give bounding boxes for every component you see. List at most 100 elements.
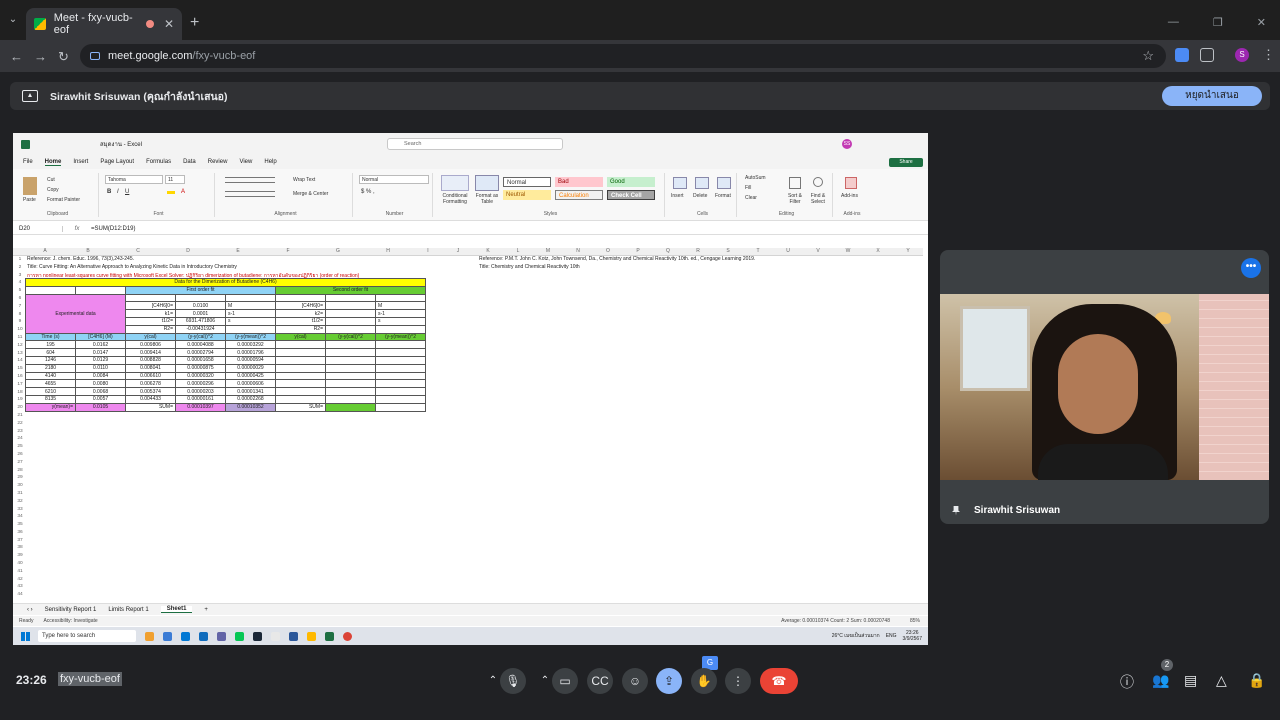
column-header[interactable]: B: [63, 248, 113, 254]
name-box[interactable]: D20: [13, 225, 63, 232]
underline-icon[interactable]: U: [125, 189, 129, 195]
spreadsheet-grid[interactable]: ABCDEFGHIJKLMNOPQRSTUVWXY 1 2 3 4 5 6 7 8 9 10 11 1…: [13, 248, 923, 603]
row-number[interactable]: 37: [13, 537, 27, 545]
menu-page-layout[interactable]: Page Layout: [100, 159, 134, 165]
column-header[interactable]: P: [623, 248, 653, 254]
style-calculation[interactable]: Calculation: [555, 190, 603, 200]
table-cell[interactable]: 0.00000296: [175, 379, 226, 389]
row-number[interactable]: 27: [13, 459, 27, 467]
table-cell[interactable]: 0.0162: [75, 340, 126, 350]
close-window-icon[interactable]: ✕: [1257, 16, 1266, 29]
table-cell[interactable]: [375, 394, 426, 404]
chat-icon[interactable]: ▤: [1184, 672, 1197, 689]
windows-start-icon[interactable]: [21, 631, 30, 641]
menu-home[interactable]: Home: [44, 159, 62, 166]
browser-tab[interactable]: Meet - fxy-vucb-eof ✕: [26, 8, 182, 40]
clock[interactable]: 23:26 3/9/2567: [903, 630, 922, 642]
minimize-icon[interactable]: —: [1168, 16, 1179, 29]
captions-button[interactable]: CC: [587, 668, 613, 694]
column-header[interactable]: I: [413, 248, 443, 254]
table-cell[interactable]: [375, 379, 426, 389]
file-explorer-icon[interactable]: [307, 631, 316, 641]
taskbar-app-icon[interactable]: [163, 631, 172, 641]
column-header[interactable]: J: [443, 248, 473, 254]
restore-icon[interactable]: ❐: [1213, 16, 1223, 29]
column-header[interactable]: T: [743, 248, 773, 254]
table-cell[interactable]: 0.008828: [125, 355, 176, 365]
format-as-table-icon[interactable]: [475, 175, 499, 191]
column-header[interactable]: K: [473, 248, 503, 254]
row-number[interactable]: 32: [13, 498, 27, 506]
table-cell[interactable]: [325, 340, 376, 350]
table-cell[interactable]: 0.0129: [75, 355, 126, 365]
style-bad[interactable]: Bad: [555, 177, 603, 187]
add-sheet-icon[interactable]: +: [204, 607, 208, 613]
participant-tile[interactable]: ••• Sirawhit Srisuwan: [940, 250, 1269, 524]
table-cell[interactable]: 0.00000320: [175, 371, 226, 381]
row-number[interactable]: 2: [13, 264, 27, 272]
taskbar-search-input[interactable]: Type here to search: [38, 630, 136, 642]
table-cell[interactable]: 0.0084: [75, 371, 126, 381]
menu-insert[interactable]: Insert: [73, 159, 88, 165]
forward-icon[interactable]: →: [34, 49, 47, 64]
row-number[interactable]: 30: [13, 482, 27, 490]
column-header[interactable]: U: [773, 248, 803, 254]
merge-center-button[interactable]: Merge & Center: [293, 191, 328, 197]
column-header[interactable]: Y: [893, 248, 923, 254]
addins-icon[interactable]: [845, 177, 857, 189]
vertical-align-icon[interactable]: [225, 177, 275, 183]
table-cell[interactable]: 2180: [25, 363, 76, 373]
horizontal-align-icon[interactable]: [225, 191, 275, 197]
menu-file[interactable]: File: [23, 159, 33, 165]
edge-icon[interactable]: [181, 631, 190, 641]
style-good[interactable]: Good: [607, 177, 655, 187]
table-cell[interactable]: [275, 387, 326, 396]
bold-icon[interactable]: B: [107, 189, 111, 195]
column-header[interactable]: W: [833, 248, 863, 254]
raise-hand-button[interactable]: ✋: [691, 668, 717, 694]
host-controls-icon[interactable]: 🔒: [1248, 672, 1265, 689]
row-number[interactable]: 24: [13, 435, 27, 443]
table-cell[interactable]: 4140: [25, 371, 76, 381]
font-color-icon[interactable]: A: [181, 189, 185, 195]
italic-icon[interactable]: I: [117, 189, 119, 195]
taskbar-app-icon[interactable]: [199, 631, 208, 641]
row-number[interactable]: 35: [13, 521, 27, 529]
table-cell[interactable]: 0.00001658: [175, 355, 226, 365]
table-cell[interactable]: 0.00001341: [225, 387, 276, 396]
conditional-formatting-icon[interactable]: [441, 175, 469, 191]
table-cell[interactable]: [275, 379, 326, 389]
present-now-button[interactable]: ⇪: [656, 668, 682, 694]
table-cell[interactable]: [325, 379, 376, 389]
table-cell[interactable]: 195: [25, 340, 76, 350]
table-cell[interactable]: 0.00000875: [175, 363, 226, 373]
table-cell[interactable]: 0.00004088: [175, 340, 226, 350]
tile-more-options-button[interactable]: •••: [1241, 258, 1261, 278]
sheet-nav-icon[interactable]: ‹ ›: [27, 607, 33, 613]
people-icon[interactable]: 👥: [1152, 672, 1169, 689]
row-number[interactable]: 31: [13, 490, 27, 498]
column-header[interactable]: F: [263, 248, 313, 254]
teams-icon[interactable]: [217, 631, 226, 641]
sheet-tab-sheet1[interactable]: Sheet1: [160, 606, 193, 613]
table-cell[interactable]: 0.005374: [125, 387, 176, 396]
style-check-cell[interactable]: Check Cell: [607, 190, 655, 200]
table-cell[interactable]: [375, 371, 426, 381]
table-cell[interactable]: [275, 371, 326, 381]
table-cell[interactable]: [375, 363, 426, 373]
stop-presenting-button[interactable]: หยุดนำเสนอ: [1162, 86, 1262, 106]
table-cell[interactable]: [275, 355, 326, 365]
column-header[interactable]: L: [503, 248, 533, 254]
table-cell[interactable]: [375, 348, 426, 357]
table-cell[interactable]: 0.00002268: [225, 394, 276, 404]
table-cell[interactable]: [325, 394, 376, 404]
line-icon[interactable]: [235, 631, 244, 641]
insert-cells-icon[interactable]: [673, 177, 687, 189]
row-number[interactable]: 40: [13, 560, 27, 568]
table-cell[interactable]: 0.00000425: [225, 371, 276, 381]
clear-button[interactable]: Clear: [745, 195, 757, 201]
table-cell[interactable]: 0.009414: [125, 348, 176, 357]
sheet-tab-sensitivity[interactable]: Sensitivity Report 1: [45, 607, 97, 613]
pin-icon[interactable]: [952, 505, 960, 516]
column-header[interactable]: G: [313, 248, 363, 254]
